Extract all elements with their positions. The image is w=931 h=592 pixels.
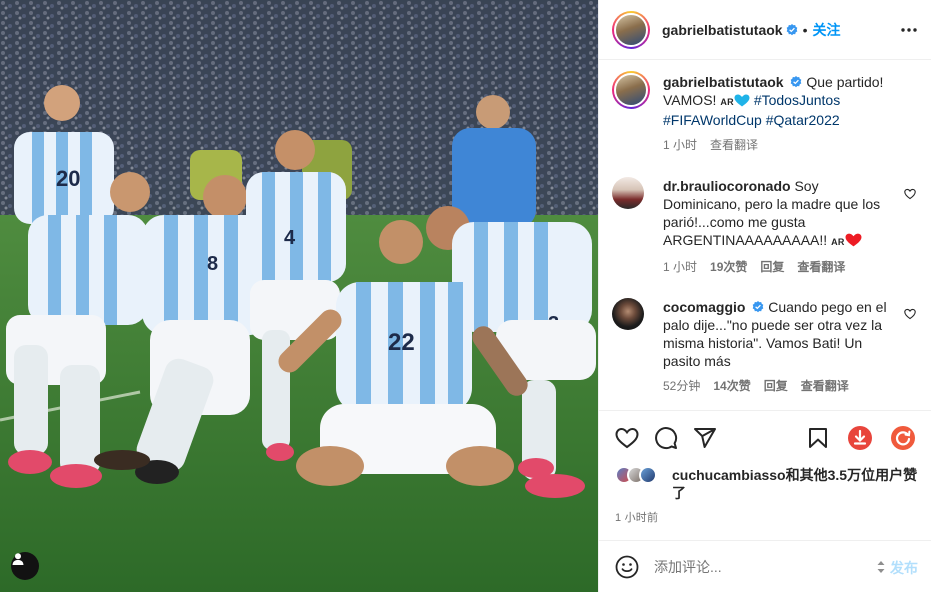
comment-likes[interactable]: 19次赞 (710, 258, 747, 276)
comment-time: 52分钟 (663, 379, 701, 393)
liker-avatar (639, 466, 657, 484)
caption-avatar[interactable] (612, 71, 650, 109)
celebration-photo: 20 8 4 22 (0, 0, 598, 592)
separator-dot: • (802, 21, 808, 38)
caption-time: 1 小时 (663, 138, 698, 152)
hashtag-todosjuntos[interactable]: #TodosJuntos (754, 92, 840, 108)
download-icon[interactable] (848, 426, 872, 450)
comment-likes[interactable]: 14次赞 (713, 377, 750, 395)
person-tag-icon (12, 553, 24, 565)
jersey-number-8: 8 (207, 253, 218, 275)
jersey-number-4: 4 (284, 227, 296, 249)
jersey-number-22: 22 (388, 329, 415, 356)
caption-translate[interactable]: 查看翻译 (710, 136, 758, 154)
caption-username[interactable]: gabrielbatistutaok (663, 74, 784, 90)
comment-item: dr.brauliocoronado Soy Dominicano, pero … (612, 177, 922, 276)
flag-ar: AR (831, 237, 845, 247)
caption-meta: 1 小时 查看翻译 (663, 136, 899, 154)
translate-button[interactable]: 查看翻译 (797, 258, 845, 276)
side-panel: gabrielbatistutaok • 关注 gabrielbatistuta… (598, 0, 931, 592)
comments-scroll[interactable]: gabrielbatistutaok Que partido! VAMOS! A… (599, 61, 931, 410)
commenter-avatar[interactable] (612, 298, 644, 330)
comment-meta: 52分钟 14次赞 回复 查看翻译 (663, 377, 899, 395)
like-comment-heart-icon[interactable] (904, 308, 916, 320)
hashtag-fifaworldcup[interactable]: #FIFAWorldCup (663, 112, 762, 128)
translate-button[interactable]: 查看翻译 (801, 377, 849, 395)
liker-username[interactable]: cuchucambiasso (672, 467, 786, 483)
caption-entry: gabrielbatistutaok Que partido! VAMOS! A… (612, 71, 922, 154)
post-header: gabrielbatistutaok • 关注 (599, 0, 931, 60)
author-username[interactable]: gabrielbatistutaok (662, 22, 783, 38)
resize-stepper-icon[interactable] (876, 558, 886, 576)
hashtag-qatar2022[interactable]: #Qatar2022 (766, 112, 840, 128)
blue-heart-icon (734, 94, 750, 107)
red-heart-icon (845, 233, 862, 247)
share-icon[interactable] (693, 426, 717, 450)
likers-avatars[interactable] (615, 466, 657, 484)
emoji-icon[interactable] (615, 555, 639, 579)
follow-button[interactable]: 关注 (813, 20, 841, 40)
commenter-avatar[interactable] (612, 177, 644, 209)
jersey-number-20: 20 (56, 166, 80, 191)
post-timestamp[interactable]: 1 小时前 (615, 509, 658, 525)
more-horizontal-icon[interactable] (900, 21, 918, 39)
comment-composer: 发布 (599, 540, 931, 592)
comment-item: cocomaggio Cuando pego en el palo dije..… (612, 298, 922, 395)
comment-icon[interactable] (654, 426, 678, 450)
flag-ar: AR (720, 97, 734, 107)
save-icon[interactable] (806, 426, 830, 450)
post-photo[interactable]: 20 8 4 22 (0, 0, 598, 592)
commenter-username[interactable]: cocomaggio (663, 299, 745, 315)
reply-button[interactable]: 回复 (764, 377, 788, 395)
refresh-icon[interactable] (891, 426, 915, 450)
commenter-username[interactable]: dr.brauliocoronado (663, 178, 791, 194)
likes-summary[interactable]: cuchucambiasso和其他3.5万位用户赞了 (672, 466, 922, 502)
comment-meta: 1 小时 19次赞 回复 查看翻译 (663, 258, 899, 276)
verified-badge-icon (786, 23, 797, 35)
comment-input[interactable] (654, 558, 864, 575)
verified-badge-icon (791, 76, 802, 88)
author-avatar[interactable] (612, 10, 650, 49)
reply-button[interactable]: 回复 (760, 258, 784, 276)
comment-time: 1 小时 (663, 260, 698, 274)
post-comment-button[interactable]: 发布 (890, 558, 918, 578)
tag-button[interactable] (11, 552, 39, 580)
heart-icon[interactable] (615, 426, 639, 450)
like-comment-heart-icon[interactable] (904, 188, 916, 200)
instagram-post: 20 8 4 22 gabrielbatistutaok • 关注 gabrie… (0, 0, 931, 592)
verified-badge-icon (753, 301, 764, 313)
